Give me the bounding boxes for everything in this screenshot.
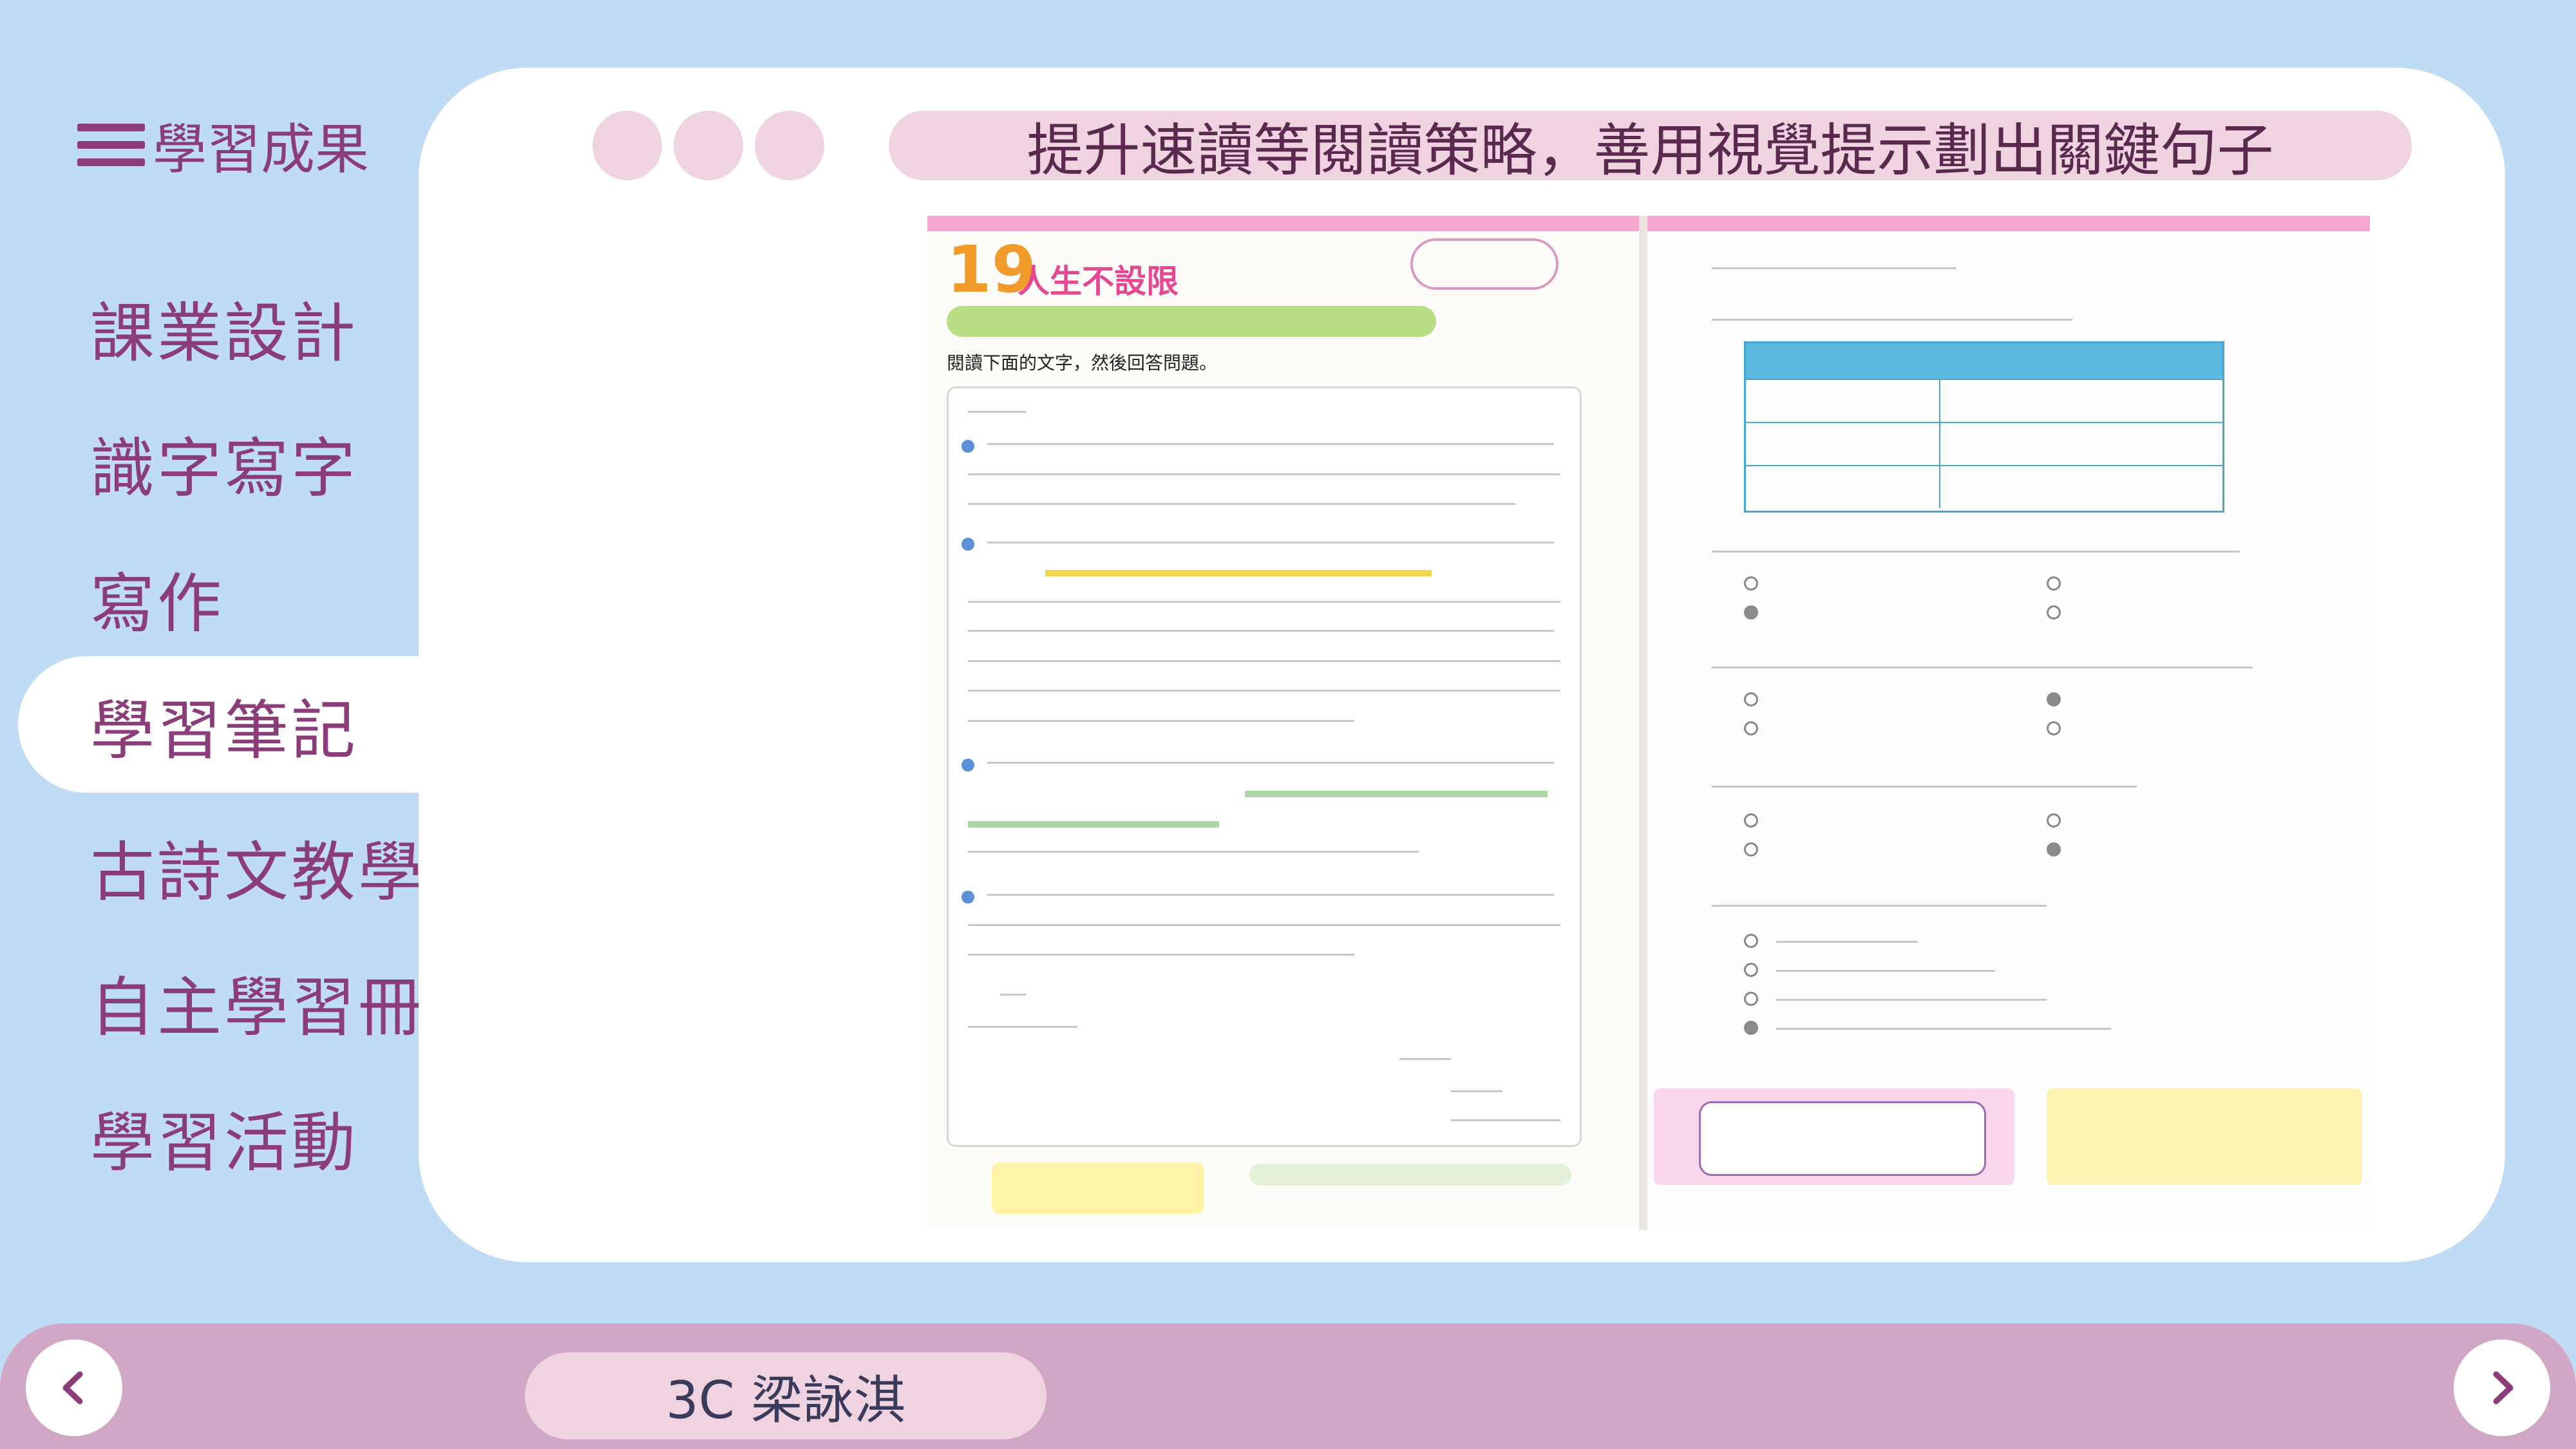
dot-decoration	[755, 111, 824, 180]
nav-item-classical-poetry[interactable]: 古詩文教學	[90, 818, 425, 914]
next-button[interactable]	[2454, 1340, 2550, 1436]
dot-decoration	[592, 111, 662, 180]
menu-title: 學習成果	[153, 117, 370, 181]
page-header-strip	[1647, 216, 2370, 231]
date-score-box	[1410, 238, 1558, 290]
nav-item-course-design[interactable]: 課業設計	[90, 279, 358, 375]
nav-item-self-study[interactable]: 自主學習冊	[90, 953, 425, 1050]
critical-thinking-box	[2047, 1088, 2362, 1185]
reading-passage	[947, 386, 1582, 1147]
chevron-right-icon	[2493, 1371, 2514, 1405]
vocabulary-note	[992, 1162, 1204, 1214]
menu-header[interactable]: 學習成果	[77, 109, 369, 181]
decorative-dots	[592, 111, 824, 180]
grammar-note	[1249, 1164, 1571, 1186]
reflection-box	[1654, 1088, 2014, 1185]
learning-focus-bar	[947, 306, 1436, 337]
worksheet-page-right	[1647, 216, 2370, 1230]
dot-decoration	[674, 111, 743, 180]
student-name: 3C 梁詠淇	[525, 1352, 1046, 1439]
book-gutter	[1639, 216, 1647, 1230]
nav-item-study-notes[interactable]: 學習筆記	[18, 656, 451, 793]
worksheet-instruction: 閱讀下面的文字，然後回答問題。	[947, 352, 1218, 374]
page-header-strip	[927, 216, 1639, 231]
hamburger-icon[interactable]	[77, 124, 145, 166]
nav-item-activities[interactable]: 學習活動	[90, 1088, 358, 1185]
nav-item-writing[interactable]: 寫作	[90, 549, 224, 646]
page-title: 提升速讀等閱讀策略，善用視覺提示劃出關鍵句子	[889, 111, 2412, 184]
lesson-title: 人生不設限	[1018, 263, 1179, 300]
worksheet-page-left: 19 人生不設限 閱讀下面的文字，然後回答問題。	[927, 216, 1639, 1230]
prev-button[interactable]	[26, 1340, 122, 1436]
profile-table	[1744, 341, 2224, 513]
bottom-bar	[0, 1323, 2576, 1449]
nav-item-literacy[interactable]: 識字寫字	[90, 414, 358, 511]
worksheet-scan: 19 人生不設限 閱讀下面的文字，然後回答問題。	[927, 216, 2370, 1230]
chevron-left-icon	[62, 1371, 83, 1405]
